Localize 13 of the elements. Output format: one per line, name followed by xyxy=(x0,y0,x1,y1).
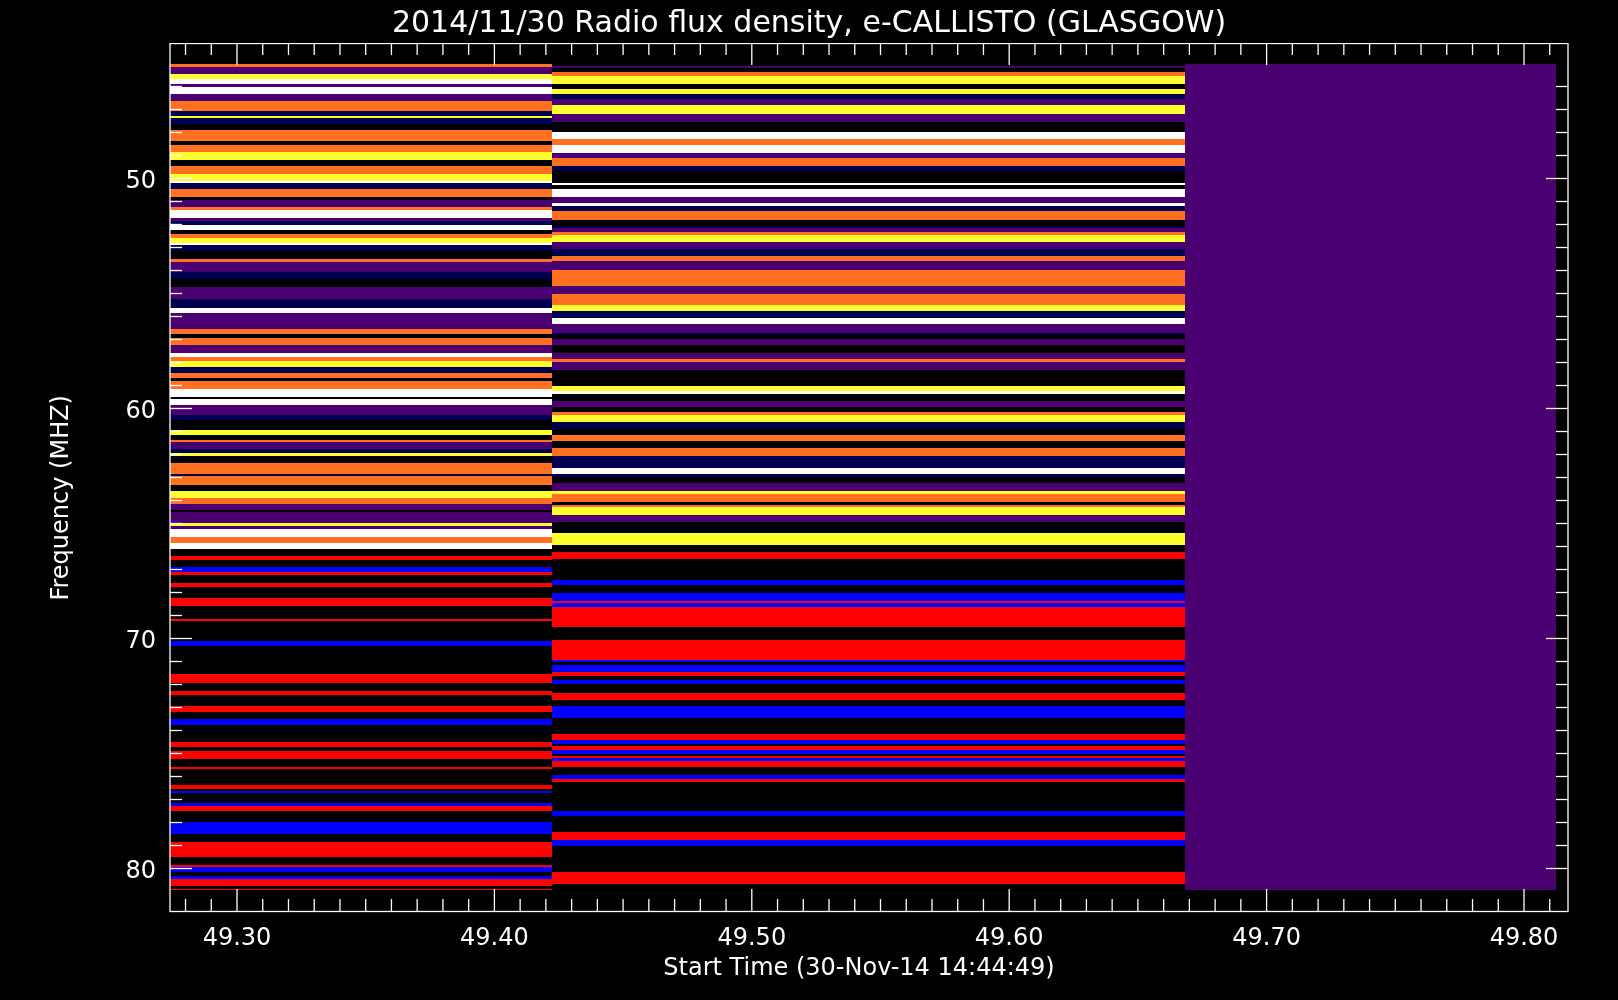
y-tick-label: 70 xyxy=(125,625,156,654)
x-axis-label: Start Time (30-Nov-14 14:44:49) xyxy=(663,953,1055,981)
x-tick-label: 49.80 xyxy=(1489,923,1559,951)
x-tick-label: 49.40 xyxy=(460,923,529,951)
x-tick-label: 49.60 xyxy=(974,923,1044,951)
x-tick-label: 49.70 xyxy=(1232,923,1301,951)
x-tick-label: 49.50 xyxy=(717,923,787,951)
y-tick-label: 60 xyxy=(125,395,156,424)
y-tick-label: 50 xyxy=(125,165,156,194)
y-tick-label: 80 xyxy=(125,855,156,884)
x-tick-label: 49.30 xyxy=(202,923,272,951)
chart-title: 2014/11/30 Radio flux density, e-CALLISTO (GLASGOW) xyxy=(391,4,1227,39)
y-axis-label: Frequency (MHZ) xyxy=(46,395,74,601)
